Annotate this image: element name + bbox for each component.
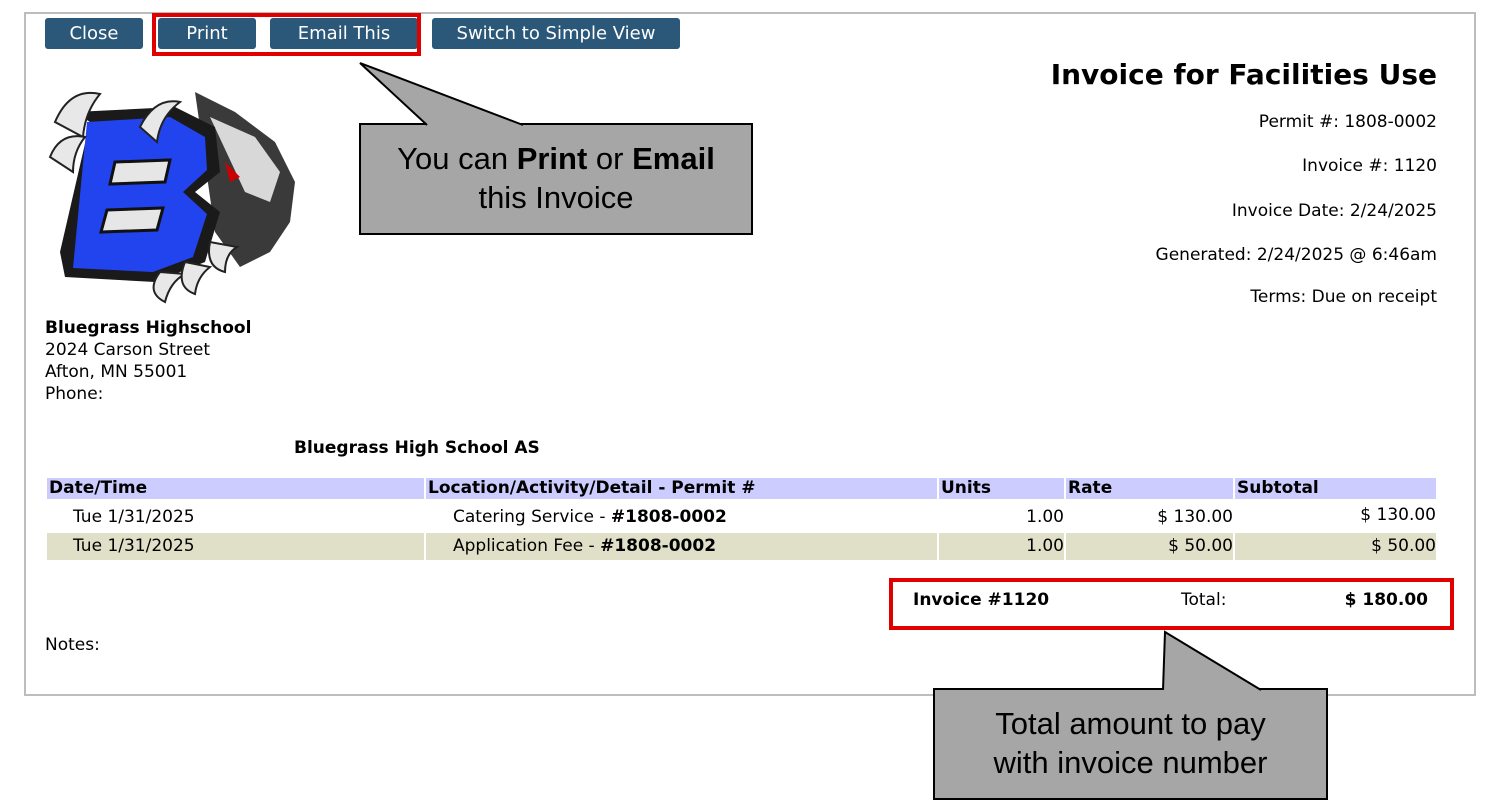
row-units: 1.00 bbox=[1026, 507, 1064, 527]
print-email-highlight bbox=[152, 13, 421, 56]
print-email-callout: You can Print or Email this Invoice bbox=[359, 123, 753, 235]
school-phone: Phone: bbox=[45, 384, 104, 404]
col-header-units: Units bbox=[939, 478, 1064, 499]
row-permit: #1808-0002 bbox=[610, 507, 727, 527]
generated-date: Generated: 2/24/2025 @ 6:46am bbox=[1155, 245, 1437, 265]
row-rate: $ 50.00 bbox=[1066, 533, 1233, 560]
row-date: Tue 1/31/2025 bbox=[47, 533, 424, 560]
invoice-date: Invoice Date: 2/24/2025 bbox=[1231, 201, 1437, 221]
school-name: Bluegrass Highschool bbox=[45, 318, 252, 338]
invoice-number: Invoice #: 1120 bbox=[1302, 156, 1437, 176]
permit-number: Permit #: 1808-0002 bbox=[1258, 112, 1437, 132]
row-subtotal: $ 130.00 bbox=[1360, 505, 1436, 525]
total-callout-pointer bbox=[1162, 630, 1262, 691]
row-detail: Catering Service - #1808-0002 bbox=[453, 507, 727, 527]
close-button[interactable]: Close bbox=[45, 18, 143, 49]
school-city: Afton, MN 55001 bbox=[45, 362, 188, 382]
row-subtotal: $ 50.00 bbox=[1235, 533, 1436, 560]
simple-view-button[interactable]: Switch to Simple View bbox=[432, 18, 680, 49]
invoice-title: Invoice for Facilities Use bbox=[1050, 58, 1437, 91]
col-header-subtotal: Subtotal bbox=[1235, 478, 1436, 499]
col-header-detail: Location/Activity/Detail - Permit # bbox=[426, 478, 937, 499]
school-logo bbox=[48, 91, 295, 304]
print-email-callout-pointer bbox=[359, 62, 524, 126]
notes-label: Notes: bbox=[45, 635, 100, 655]
row-permit: #1808-0002 bbox=[600, 536, 717, 556]
school-street: 2024 Carson Street bbox=[45, 340, 211, 360]
col-header-date: Date/Time bbox=[47, 478, 424, 499]
row-date: Tue 1/31/2025 bbox=[73, 507, 195, 527]
col-header-rate: Rate bbox=[1066, 478, 1233, 499]
total-callout: Total amount to pay with invoice number bbox=[933, 688, 1328, 800]
row-detail: Application Fee - #1808-0002 bbox=[426, 533, 937, 560]
total-highlight bbox=[889, 578, 1454, 630]
terms: Terms: Due on receipt bbox=[1250, 287, 1437, 307]
row-units: 1.00 bbox=[939, 533, 1064, 560]
row-rate: $ 130.00 bbox=[1157, 507, 1233, 527]
customer-name: Bluegrass High School AS bbox=[294, 438, 540, 458]
